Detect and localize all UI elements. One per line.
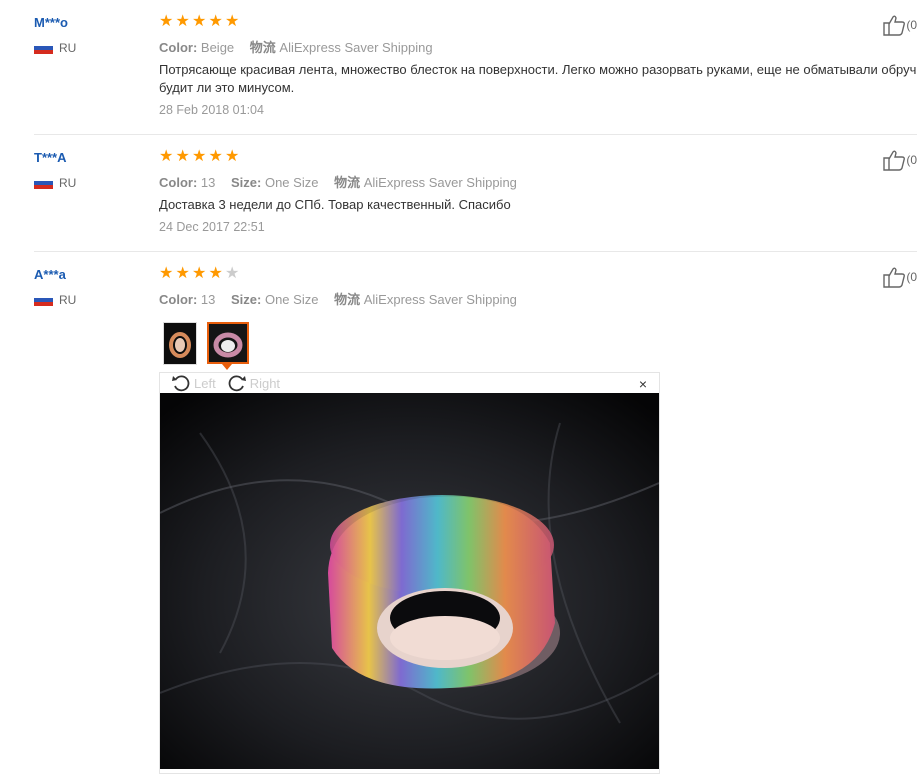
review-divider <box>34 134 917 135</box>
thumbs-up-icon <box>883 267 906 288</box>
star-icon: ★ <box>192 13 207 30</box>
star-icon: ★ <box>208 148 223 165</box>
reviewer-country: RU <box>34 176 76 190</box>
logistics-key: 物流 <box>334 175 361 190</box>
star-icon: ★ <box>159 148 174 165</box>
star-icon: ★ <box>175 13 190 30</box>
photo-viewer: Left Right × <box>159 372 660 774</box>
star-icon: ★ <box>192 265 207 282</box>
attr-key: Size: <box>231 292 262 307</box>
country-code: RU <box>59 41 77 55</box>
star-empty-icon: ★ <box>225 265 240 282</box>
reviewer-country: RU <box>34 293 76 307</box>
thumbs-up-icon <box>883 15 906 36</box>
helpful-count: (0 <box>906 153 917 167</box>
star-icon: ★ <box>159 13 174 30</box>
review-photo <box>160 393 659 769</box>
close-icon[interactable]: × <box>639 376 647 392</box>
review-text: Доставка 3 недели до СПб. Товар качестве… <box>159 197 511 212</box>
rotate-right-icon <box>228 375 246 392</box>
logistics-key: 物流 <box>249 40 276 55</box>
order-attributes: Color: 13 Size: One Size 物流 AliExpress S… <box>159 289 529 308</box>
helpful-count: (0 <box>906 18 917 32</box>
rotate-left-icon <box>172 375 190 392</box>
selected-thumbnail-caret <box>222 364 232 370</box>
star-icon: ★ <box>208 13 223 30</box>
star-icon: ★ <box>175 148 190 165</box>
thumbs-up-icon <box>883 150 906 171</box>
photo-thumbnail-selected[interactable] <box>207 322 249 364</box>
star-rating: ★ ★ ★ ★ ★ <box>159 148 242 165</box>
star-icon: ★ <box>208 265 223 282</box>
attr-value: 13 <box>200 292 216 307</box>
star-icon: ★ <box>225 148 240 165</box>
viewer-toolbar: Left Right × <box>160 373 659 393</box>
star-rating: ★ ★ ★ ★ ★ <box>159 265 242 282</box>
russia-flag-icon <box>34 42 53 54</box>
star-rating: ★ ★ ★ ★ ★ <box>159 13 242 30</box>
reviewer-name[interactable]: A***a <box>34 267 66 282</box>
country-code: RU <box>59 176 77 190</box>
rotate-left-button[interactable]: Left <box>171 374 216 392</box>
star-icon: ★ <box>192 148 207 165</box>
attr-key: Size: <box>231 175 262 190</box>
review-date: 24 Dec 2017 22:51 <box>159 220 265 234</box>
helpful-button[interactable]: (0 <box>882 266 917 288</box>
attr-key: Color: <box>159 40 198 55</box>
helpful-count: (0 <box>906 270 917 284</box>
russia-flag-icon <box>34 294 53 306</box>
review-date: 28 Feb 2018 01:04 <box>159 103 264 117</box>
attr-key: Color: <box>159 175 198 190</box>
helpful-button[interactable]: (0 <box>882 14 917 36</box>
rotate-left-label: Left <box>194 375 216 391</box>
review-divider <box>34 251 917 252</box>
country-code: RU <box>59 293 77 307</box>
attr-key: Color: <box>159 292 198 307</box>
attr-value: One Size <box>264 292 319 307</box>
star-icon: ★ <box>175 265 190 282</box>
reviewer-name[interactable]: T***A <box>34 150 67 165</box>
review-photo-thumbnails <box>163 322 259 365</box>
logistics-value: AliExpress Saver Shipping <box>363 175 517 190</box>
review-text: Потрясающе красивая лента, множество бле… <box>159 62 917 95</box>
helpful-button[interactable]: (0 <box>882 149 917 171</box>
rotate-right-button[interactable]: Right <box>227 374 280 392</box>
russia-flag-icon <box>34 177 53 189</box>
order-attributes: Color: Beige 物流 AliExpress Saver Shippin… <box>159 37 445 56</box>
attr-value: Beige <box>200 40 235 55</box>
star-icon: ★ <box>225 13 240 30</box>
logistics-value: AliExpress Saver Shipping <box>363 292 517 307</box>
attr-value: 13 <box>200 175 216 190</box>
reviewer-country: RU <box>34 41 76 55</box>
photo-thumbnail[interactable] <box>163 322 197 365</box>
star-icon: ★ <box>159 265 174 282</box>
logistics-key: 物流 <box>334 292 361 307</box>
logistics-value: AliExpress Saver Shipping <box>279 40 433 55</box>
attr-value: One Size <box>264 175 319 190</box>
reviewer-name[interactable]: M***o <box>34 15 68 30</box>
rotate-right-label: Right <box>249 375 281 391</box>
order-attributes: Color: 13 Size: One Size 物流 AliExpress S… <box>159 172 529 191</box>
